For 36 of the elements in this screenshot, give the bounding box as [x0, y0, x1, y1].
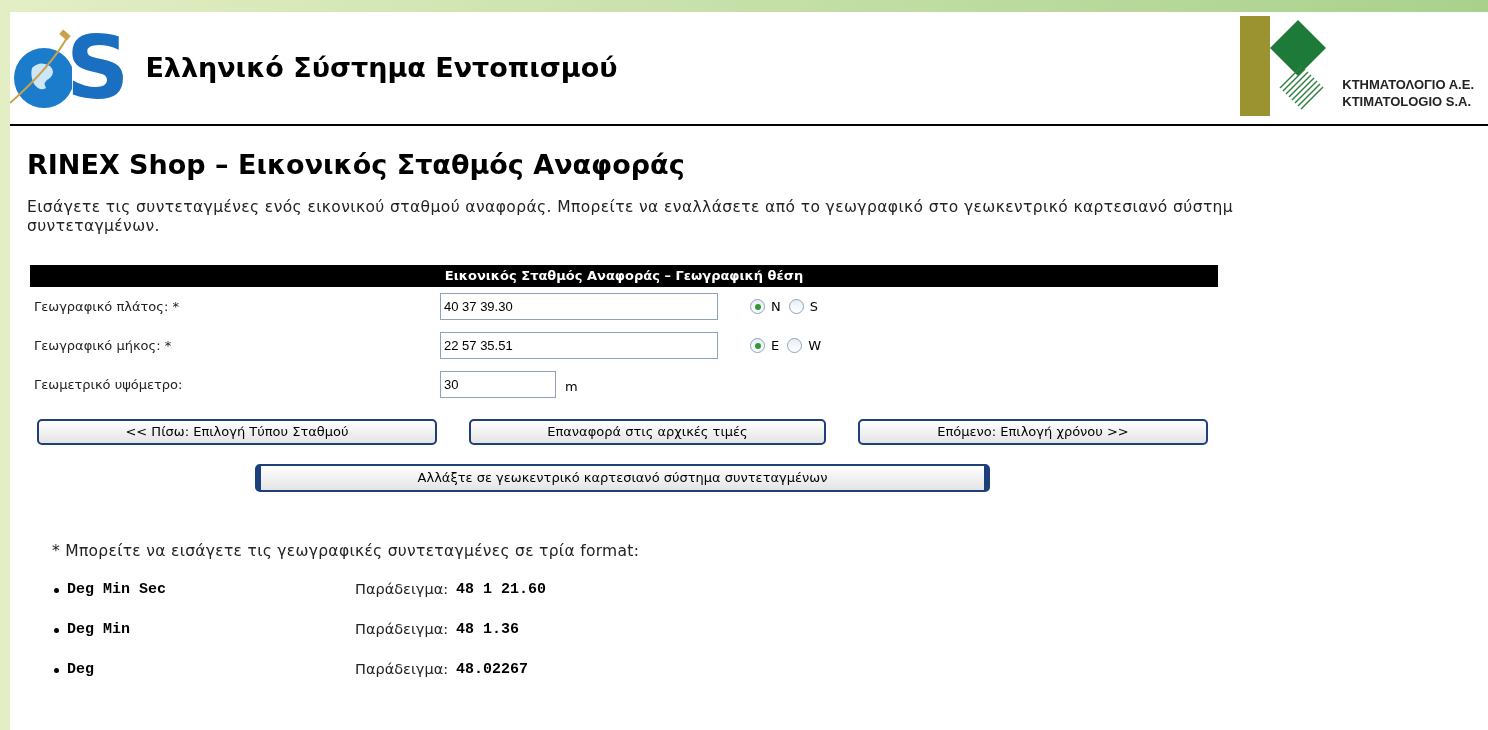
- radio-label: W: [808, 336, 822, 355]
- radio-label: N: [771, 297, 781, 316]
- radio-label: S: [809, 297, 818, 316]
- example-label: Παράδειγμα:: [355, 580, 449, 600]
- field-label: Γεωγραφικό μήκος: *: [33, 336, 173, 355]
- nav-button[interactable]: Αλλάξτε σε γεωκεντρικό καρτεσιανό σύστημα συντεταγμένων: [255, 464, 990, 492]
- nav-button[interactable]: Επόμενο: Επιλογή χρόνου >>: [858, 419, 1208, 445]
- format-name: Deg Min Sec: [67, 580, 168, 600]
- example-label: Παράδειγμα:: [355, 660, 449, 680]
- radio-button[interactable]: [750, 338, 765, 353]
- coordinate-field[interactable]: 40 37 39.30: [440, 293, 718, 320]
- globe-icon: [10, 28, 72, 108]
- field-label: Γεωγραφικό πλάτος: *: [33, 297, 180, 316]
- nav-button[interactable]: << Πίσω: Επιλογή Τύπου Σταθμού: [37, 419, 437, 445]
- form-header: Εικονικός Σταθμός Αναφοράς – Γεωγραφική θέση: [30, 265, 1218, 287]
- format-name: Deg Min: [67, 620, 131, 640]
- unit-label: m: [565, 377, 578, 396]
- coordinate-field[interactable]: 22 57 35.51: [440, 332, 718, 359]
- radio-button[interactable]: [788, 299, 804, 314]
- logo-letter: S: [66, 24, 130, 112]
- example-label: Παράδειγμα:: [355, 620, 449, 640]
- nav-button[interactable]: Επαναφορά στις αρχικές τιμές: [469, 419, 826, 445]
- intro-text: Εισάγετε τις συντεταγμένες ενός εικονικού σταθμού αναφοράς. Μπορείτε να εναλλάσετε από το γεωγραφικό στο γεωκεντρικό καρτεσιανό σύστημ συντεταγμένων.: [27, 198, 1235, 236]
- partner-name: ΚΤΗΜΑΤΟΛΟΓΙΟ Α.Ε. KTIMATOLOGIO S.A.: [1342, 76, 1474, 111]
- site-title: Ελληνικό Σύστημα Εντοπισμού: [145, 50, 618, 85]
- radio-button[interactable]: [750, 299, 765, 314]
- field-label: Γεωμετρικό υψόμετρο:: [33, 375, 184, 394]
- radio-button[interactable]: [787, 338, 803, 353]
- format-note: * Μπορείτε να εισάγετε τις γεωγραφικές συντεταγμένες σε τρία format:: [52, 541, 641, 562]
- format-name: Deg: [67, 660, 95, 680]
- example-value: 48 1.36: [456, 620, 520, 640]
- example-value: 48.02267: [456, 660, 529, 680]
- height-field[interactable]: 30: [440, 371, 556, 398]
- radio-label: E: [771, 336, 780, 355]
- page-title: RINEX Shop – Εικονικός Σταθμός Αναφοράς: [27, 148, 686, 182]
- example-value: 48 1 21.60: [456, 580, 547, 600]
